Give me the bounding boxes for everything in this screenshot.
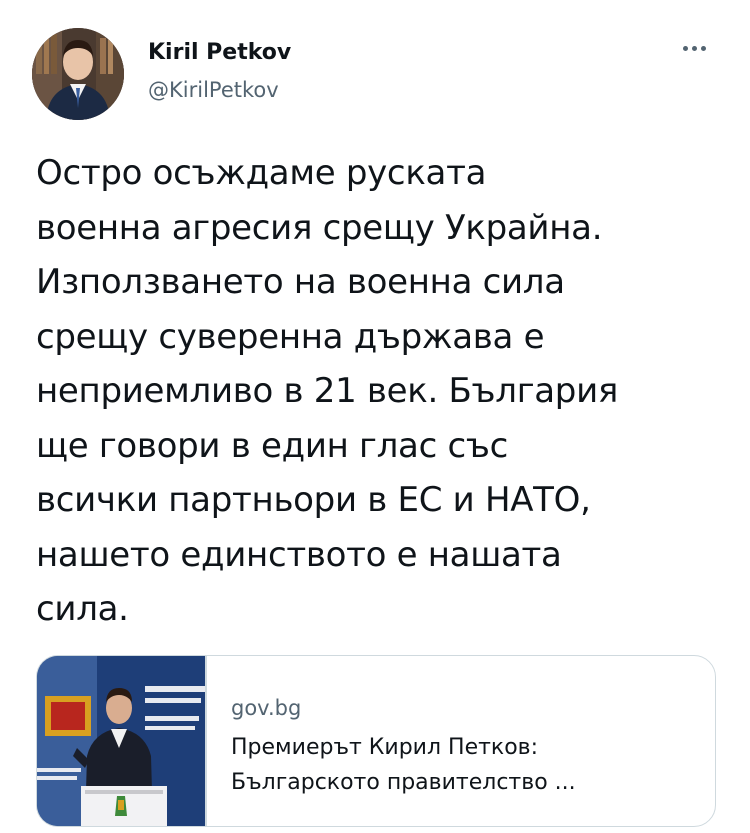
author-handle[interactable]: @KirilPetkov	[148, 78, 279, 102]
avatar-photo-icon	[32, 28, 124, 120]
link-preview-image	[37, 656, 205, 826]
tweet-text-line: срещу суверенна държава е	[36, 316, 545, 357]
tweet-text: Остро осъждаме руската военна агресия ср…	[36, 146, 726, 637]
link-domain: gov.bg	[231, 696, 302, 720]
link-preview-card[interactable]: gov.bg Премиерът Кирил Петков: Българско…	[36, 655, 716, 827]
press-conference-photo-icon	[37, 656, 205, 826]
more-horizontal-icon	[682, 45, 688, 51]
more-horizontal-icon	[700, 45, 706, 51]
tweet-text-line: военна агресия срещу Украйна.	[36, 207, 603, 248]
more-options-button[interactable]	[674, 36, 714, 60]
tweet-text-line: нашето единството е нашата	[36, 534, 562, 575]
tweet-text-line: Остро осъждаме руската	[36, 153, 487, 193]
link-title-line: Българското правителство ...	[231, 770, 576, 795]
tweet-text-line: Използването на военна сила	[36, 262, 565, 302]
tweet-text-line: всички партньори в ЕС и НАТО,	[36, 480, 591, 520]
link-title-line: Премиерът Кирил Петков:	[231, 735, 539, 760]
more-horizontal-icon	[691, 45, 697, 51]
tweet-header: Kiril Petkov @KirilPetkov	[32, 28, 722, 120]
link-title: Премиерът Кирил Петков: Българското прав…	[231, 730, 576, 800]
author-name[interactable]: Kiril Petkov	[148, 40, 291, 65]
author-avatar[interactable]	[32, 28, 124, 120]
tweet-text-line: сила.	[36, 589, 129, 629]
card-divider	[205, 656, 207, 826]
tweet: Kiril Petkov @KirilPetkov Остро осъждаме…	[0, 0, 750, 833]
tweet-text-line: ще говори в един глас със	[36, 425, 508, 466]
tweet-text-line: неприемливо в 21 век. България	[36, 371, 619, 411]
